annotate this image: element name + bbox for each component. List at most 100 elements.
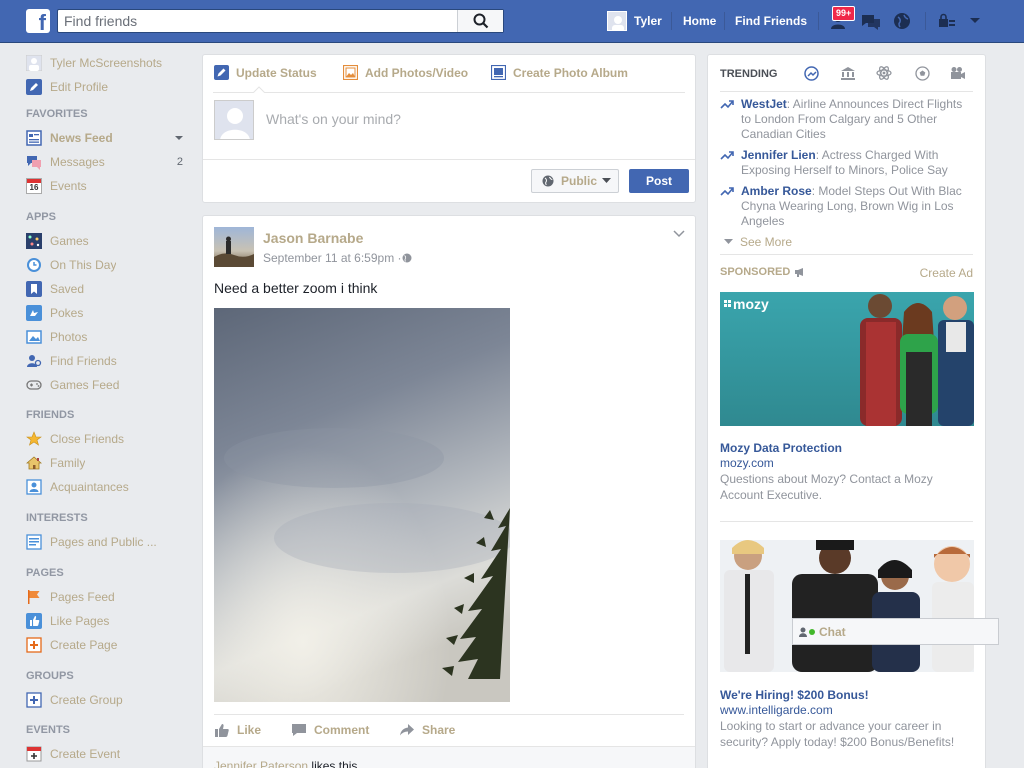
sidebar-item-find-friends[interactable]: Find Friends bbox=[26, 352, 191, 370]
trending-tab-top[interactable] bbox=[803, 65, 819, 81]
ad-image-mozy[interactable]: mozy bbox=[720, 292, 974, 426]
notifications-button[interactable] bbox=[891, 10, 913, 32]
tab-create-photo-album[interactable]: Create Photo Album bbox=[491, 65, 628, 80]
caret-down-icon bbox=[724, 239, 733, 244]
share-button[interactable]: Share bbox=[399, 722, 455, 738]
trending-topic: Jennifer Lien bbox=[741, 148, 816, 162]
search-input[interactable] bbox=[58, 10, 458, 32]
nav-profile-link[interactable]: Tyler bbox=[607, 10, 662, 32]
capitol-icon bbox=[841, 67, 855, 80]
profile-avatar-icon bbox=[26, 55, 42, 71]
facebook-logo[interactable]: f bbox=[26, 9, 50, 33]
liker-link[interactable]: Jennifer Paterson bbox=[214, 759, 308, 768]
sidebar-item-profile[interactable]: Tyler McScreenshots bbox=[26, 54, 191, 72]
games-icon bbox=[26, 233, 42, 249]
nav-find-friends-link[interactable]: Find Friends bbox=[735, 14, 807, 28]
nav-avatar bbox=[607, 11, 627, 31]
ad-url[interactable]: www.intelligarde.com bbox=[720, 703, 833, 717]
tab-label: Update Status bbox=[236, 65, 317, 80]
privacy-shortcuts-button[interactable] bbox=[936, 10, 958, 32]
like-button[interactable]: Like bbox=[214, 722, 261, 738]
ad-title[interactable]: Mozy Data Protection bbox=[720, 441, 842, 455]
see-more-link[interactable]: See More bbox=[724, 235, 792, 249]
post-button[interactable]: Post bbox=[629, 169, 689, 193]
sidebar-item-pages-feed[interactable]: Pages Feed bbox=[26, 588, 191, 606]
search-icon bbox=[473, 13, 488, 29]
post-timestamp[interactable]: September 11 at 6:59pm · bbox=[263, 251, 412, 265]
sidebar-item-news-feed[interactable]: News Feed bbox=[26, 129, 191, 147]
sidebar-item-pokes[interactable]: Pokes bbox=[26, 304, 191, 322]
privacy-label: Public bbox=[561, 174, 598, 188]
sidebar-item-messages[interactable]: Messages 2 bbox=[26, 153, 191, 171]
sidebar-item-close-friends[interactable]: Close Friends bbox=[26, 430, 191, 448]
sidebar-item-events[interactable]: 16 Events bbox=[26, 177, 191, 195]
sidebar-item-games[interactable]: Games bbox=[26, 232, 191, 250]
trending-item[interactable]: Amber Rose: Model Steps Out With Blac Ch… bbox=[720, 184, 975, 230]
trending-tab-entertainment[interactable] bbox=[950, 65, 966, 81]
nav-divider bbox=[671, 12, 672, 30]
trending-header: TRENDING bbox=[720, 68, 778, 80]
messages-icon bbox=[862, 15, 880, 30]
mozy-logo: mozy bbox=[733, 296, 769, 312]
sidebar-label: Messages bbox=[50, 155, 105, 169]
ad-url[interactable]: mozy.com bbox=[720, 456, 774, 470]
trend-up-arrow-icon bbox=[720, 100, 734, 109]
sidebar-item-family[interactable]: Family bbox=[26, 454, 191, 472]
sidebar-item-games-feed[interactable]: Games Feed bbox=[26, 376, 191, 394]
create-ad-link[interactable]: Create Ad bbox=[920, 266, 973, 280]
create-event-icon bbox=[26, 746, 42, 762]
share-icon bbox=[400, 724, 414, 736]
post-author-avatar[interactable] bbox=[214, 227, 254, 267]
trending-item[interactable]: Jennifer Lien: Actress Charged With Expo… bbox=[720, 148, 975, 180]
sidebar-item-pages-and-public[interactable]: Pages and Public ... bbox=[26, 533, 191, 551]
tab-update-status[interactable]: Update Status bbox=[214, 65, 317, 80]
sidebar-item-acquaintances[interactable]: Acquaintances bbox=[26, 478, 191, 496]
messages-button[interactable] bbox=[860, 10, 882, 32]
search-button[interactable] bbox=[457, 10, 503, 32]
tab-add-photos-video[interactable]: Add Photos/Video bbox=[343, 65, 468, 80]
thumbs-up-icon bbox=[215, 724, 229, 737]
privacy-selector[interactable]: Public bbox=[531, 169, 619, 193]
tab-label: Add Photos/Video bbox=[365, 65, 469, 80]
chevron-down-icon[interactable] bbox=[673, 230, 685, 238]
ad-title[interactable]: We're Hiring! $200 Bonus! bbox=[720, 688, 869, 702]
status-input[interactable] bbox=[266, 111, 666, 127]
trending-item[interactable]: WestJet: Airline Announces Direct Flight… bbox=[720, 97, 975, 143]
online-indicator bbox=[809, 628, 815, 635]
author-photo bbox=[214, 227, 254, 267]
sponsored-header: SPONSORED bbox=[720, 266, 806, 278]
trending-text: Jennifer Lien: Actress Charged With Expo… bbox=[741, 148, 966, 178]
trending-tab-politics[interactable] bbox=[840, 65, 856, 81]
section-divider bbox=[720, 254, 973, 255]
chat-bar[interactable]: Chat bbox=[792, 618, 999, 645]
post-actions-divider bbox=[214, 714, 684, 715]
active-tab-pointer bbox=[253, 86, 265, 93]
sidebar-item-on-this-day[interactable]: On This Day bbox=[26, 256, 191, 274]
sidebar-item-create-event[interactable]: Create Event bbox=[26, 745, 191, 763]
post-photo[interactable] bbox=[214, 308, 510, 702]
caret-down-icon[interactable] bbox=[175, 136, 183, 140]
trending-tab-science[interactable] bbox=[876, 65, 892, 81]
comment-button[interactable]: Comment bbox=[291, 722, 369, 738]
sidebar-item-edit-profile[interactable]: Edit Profile bbox=[26, 78, 191, 96]
post-author-name[interactable]: Jason Barnabe bbox=[263, 230, 363, 246]
sidebar-item-create-page[interactable]: Create Page bbox=[26, 636, 191, 654]
ad-image-intelligarde[interactable] bbox=[720, 540, 974, 672]
sidebar-label: On This Day bbox=[50, 258, 117, 272]
caret-down-icon bbox=[970, 18, 980, 23]
sidebar-item-photos[interactable]: Photos bbox=[26, 328, 191, 346]
post-likes-bar: Jennifer Paterson likes this. bbox=[203, 746, 695, 768]
events-header: EVENTS bbox=[26, 724, 71, 736]
sidebar-item-like-pages[interactable]: Like Pages bbox=[26, 612, 191, 630]
sidebar-label: Pages and Public ... bbox=[50, 535, 157, 549]
trending-tab-sports[interactable] bbox=[914, 65, 930, 81]
nav-home-link[interactable]: Home bbox=[683, 14, 716, 28]
feed-post: Jason Barnabe September 11 at 6:59pm · N… bbox=[202, 215, 696, 768]
default-avatar-icon bbox=[215, 101, 253, 139]
account-menu-button[interactable] bbox=[964, 10, 986, 32]
groups-header: GROUPS bbox=[26, 670, 74, 682]
sidebar-item-saved[interactable]: Saved bbox=[26, 280, 191, 298]
sidebar-label: Saved bbox=[50, 282, 85, 296]
sidebar-item-create-group[interactable]: Create Group bbox=[26, 691, 191, 709]
megaphone-icon bbox=[795, 268, 804, 277]
